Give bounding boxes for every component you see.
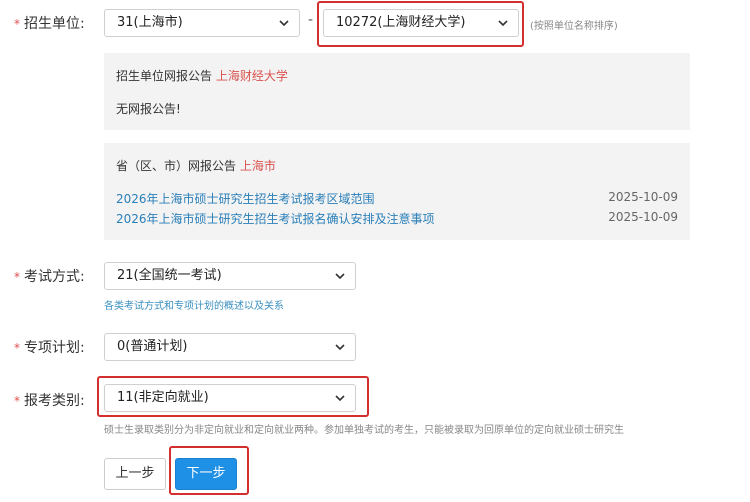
notice-link[interactable]: 2026年上海市硕士研究生招生考试报名确认安排及注意事项 bbox=[116, 212, 435, 226]
sort-hint: (按照单位名称排序) bbox=[530, 21, 618, 32]
special-plan-select[interactable]: 0(普通计划) bbox=[104, 333, 356, 361]
special-plan-select-value: 0(普通计划) bbox=[117, 339, 188, 354]
apply-type-label: * 报考类别: bbox=[14, 390, 85, 410]
chevron-down-icon bbox=[498, 20, 508, 27]
chevron-down-icon bbox=[279, 20, 289, 27]
required-star: * bbox=[14, 394, 20, 408]
apply-type-label-text: 报考类别: bbox=[24, 393, 85, 409]
special-plan-label: * 专项计划: bbox=[14, 337, 85, 357]
school-select-value: 10272(上海财经大学) bbox=[336, 15, 466, 30]
apply-type-hint: 硕士生录取类别分为非定向就业和定向就业两种。参加单独考试的考生，只能被录取为回原… bbox=[104, 425, 624, 436]
province-notice-panel: 省（区、市）网报公告 上海市 2026年上海市硕士研究生招生考试报考区域范围 2… bbox=[104, 143, 690, 240]
school-notice-title: 招生单位网报公告 上海财经大学 bbox=[116, 67, 288, 84]
required-star: * bbox=[14, 341, 20, 355]
unit-label: * 招生单位: bbox=[14, 13, 85, 33]
exam-method-label-text: 考试方式: bbox=[24, 269, 85, 285]
special-plan-label-text: 专项计划: bbox=[24, 340, 85, 356]
school-notice-body: 无网报公告! bbox=[116, 102, 181, 116]
school-select[interactable]: 10272(上海财经大学) bbox=[323, 9, 519, 37]
unit-label-text: 招生单位: bbox=[24, 16, 85, 32]
province-select-value: 31(上海市) bbox=[117, 15, 183, 30]
school-notice-panel: 招生单位网报公告 上海财经大学 无网报公告! bbox=[104, 53, 690, 130]
province-notice-title: 省（区、市）网报公告 上海市 bbox=[116, 157, 276, 174]
exam-method-hint-link[interactable]: 各类考试方式和专项计划的概述以及关系 bbox=[104, 297, 284, 312]
exam-method-select[interactable]: 21(全国统一考试) bbox=[104, 262, 356, 290]
unit-separator: - bbox=[308, 12, 314, 28]
required-star: * bbox=[14, 17, 20, 31]
required-star: * bbox=[14, 270, 20, 284]
apply-type-select-value: 11(非定向就业) bbox=[117, 390, 209, 405]
province-select[interactable]: 31(上海市) bbox=[104, 9, 300, 37]
school-notice-title-prefix: 招生单位网报公告 bbox=[116, 69, 213, 83]
school-notice-school-name: 上海财经大学 bbox=[215, 69, 288, 83]
notice-list-item[interactable]: 2026年上海市硕士研究生招生考试报考区域范围 2025-10-09 bbox=[116, 190, 678, 207]
next-button[interactable]: 下一步 bbox=[175, 458, 237, 490]
notice-link[interactable]: 2026年上海市硕士研究生招生考试报考区域范围 bbox=[116, 192, 375, 206]
apply-type-select[interactable]: 11(非定向就业) bbox=[104, 384, 356, 412]
exam-method-select-value: 21(全国统一考试) bbox=[117, 268, 222, 283]
chevron-down-icon bbox=[335, 344, 345, 351]
notice-list-item[interactable]: 2026年上海市硕士研究生招生考试报名确认安排及注意事项 2025-10-09 bbox=[116, 210, 678, 227]
chevron-down-icon bbox=[335, 273, 345, 280]
province-notice-title-prefix: 省（区、市）网报公告 bbox=[116, 159, 237, 173]
province-notice-province-name: 上海市 bbox=[239, 159, 276, 173]
exam-method-label: * 考试方式: bbox=[14, 266, 85, 286]
notice-date: 2025-10-09 bbox=[608, 190, 678, 204]
prev-button[interactable]: 上一步 bbox=[104, 458, 166, 490]
notice-date: 2025-10-09 bbox=[608, 210, 678, 224]
chevron-down-icon bbox=[335, 395, 345, 402]
